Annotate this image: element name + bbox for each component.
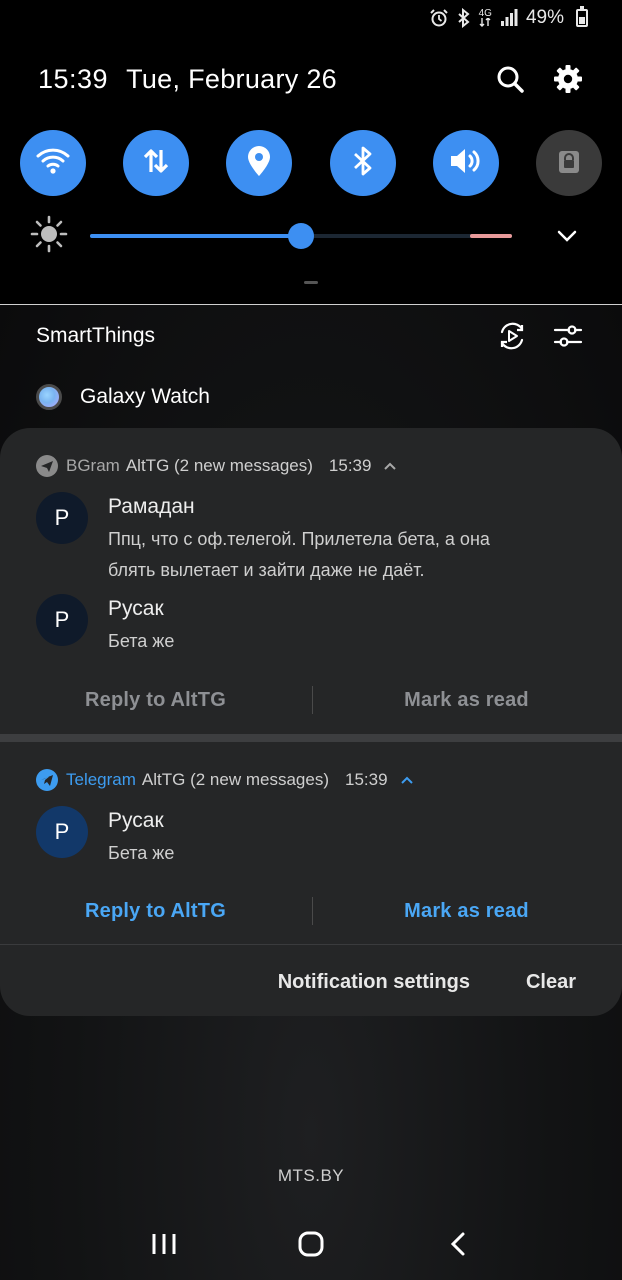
back-icon[interactable] bbox=[433, 1222, 483, 1266]
toggle-bluetooth[interactable] bbox=[329, 130, 396, 196]
quick-toggles bbox=[20, 130, 602, 196]
notification-actions: Reply to AltTG Mark as read bbox=[0, 680, 622, 720]
smartthings-header: SmartThings bbox=[36, 318, 586, 354]
app-name: BGram bbox=[66, 456, 120, 475]
home-icon[interactable] bbox=[286, 1222, 336, 1266]
battery-icon bbox=[576, 6, 588, 27]
quick-panel-header: 15:39 Tue, February 26 bbox=[38, 56, 588, 102]
notification-telegram[interactable]: Telegram AltTG (2 new messages) 15:39 P … bbox=[0, 742, 622, 944]
message-text-line: блять вылетает и зайти даже не даёт. bbox=[108, 560, 425, 580]
notification-channel: AltTG (2 new messages) bbox=[141, 770, 329, 789]
brightness-high-zone bbox=[470, 234, 512, 238]
reply-button[interactable]: Reply to AltTG bbox=[0, 689, 311, 712]
smartthings-settings-icon[interactable] bbox=[550, 318, 586, 354]
notification-bgram[interactable]: BGram AltTG (2 new messages) 15:39 P Рам… bbox=[0, 428, 622, 734]
settings-gear-icon[interactable] bbox=[548, 59, 588, 99]
notification-time: 15:39 bbox=[328, 456, 372, 475]
wifi-icon bbox=[36, 147, 70, 180]
brightness-slider[interactable] bbox=[90, 223, 512, 249]
lock-icon bbox=[557, 147, 581, 180]
toggle-sound[interactable] bbox=[432, 130, 499, 196]
avatar: P bbox=[36, 594, 88, 646]
battery-fill bbox=[579, 17, 585, 24]
search-icon[interactable] bbox=[490, 59, 530, 99]
mark-as-read-button[interactable]: Mark as read bbox=[311, 689, 622, 712]
message-sender: Русак bbox=[108, 809, 164, 832]
action-divider bbox=[312, 897, 313, 925]
message-text-line: Бета же bbox=[108, 843, 175, 863]
telegram-plane-icon bbox=[36, 769, 58, 791]
bgram-plane-icon bbox=[36, 455, 58, 477]
carrier-label: MTS.BY bbox=[277, 1166, 345, 1185]
clock-date[interactable]: Tue, February 26 bbox=[126, 64, 337, 95]
message-item: P Рамадан Ппц, что с оф.телегой. Прилете… bbox=[36, 492, 582, 586]
action-divider bbox=[312, 686, 313, 714]
notification-header[interactable]: BGram AltTG (2 new messages) 15:39 bbox=[36, 453, 397, 479]
app-name: Telegram bbox=[66, 770, 136, 789]
panel-drag-handle[interactable] bbox=[304, 281, 318, 284]
toggle-wifi[interactable] bbox=[20, 130, 86, 196]
network-type-label: 4G bbox=[478, 8, 492, 19]
brightness-slider-fill bbox=[90, 234, 301, 238]
clock-time[interactable]: 15:39 bbox=[38, 64, 108, 95]
chevron-up-icon[interactable] bbox=[383, 456, 397, 476]
toggle-screen-lock[interactable] bbox=[535, 130, 602, 196]
reply-button[interactable]: Reply to AltTG bbox=[0, 900, 311, 923]
status-bar: 4G 49% bbox=[0, 0, 622, 36]
message-text-line: Ппц, что с оф.телегой. Прилетела бета, а… bbox=[108, 529, 490, 549]
signal-icon bbox=[500, 9, 518, 27]
clear-button[interactable]: Clear bbox=[526, 971, 576, 994]
notification-time: 15:39 bbox=[344, 770, 388, 789]
bluetooth-icon bbox=[352, 145, 374, 182]
location-pin-icon bbox=[246, 145, 272, 182]
smartthings-device-galaxy-watch[interactable]: Galaxy Watch bbox=[36, 378, 210, 416]
bluetooth-icon bbox=[457, 8, 471, 28]
notifications-footer: Notification settings Clear bbox=[222, 964, 576, 1000]
footer-separator bbox=[0, 944, 622, 945]
mark-as-read-button[interactable]: Mark as read bbox=[311, 900, 622, 923]
notification-actions: Reply to AltTG Mark as read bbox=[0, 891, 622, 931]
recent-apps-icon[interactable] bbox=[139, 1222, 189, 1266]
toggle-mobile-data[interactable] bbox=[123, 130, 190, 196]
alarm-icon bbox=[429, 8, 449, 28]
network-4g-icon: 4G bbox=[479, 9, 492, 27]
message-sender: Русак bbox=[108, 597, 164, 620]
message-item: P Русак Бета же bbox=[36, 806, 582, 869]
smartthings-scan-icon[interactable] bbox=[494, 318, 530, 354]
navigation-bar bbox=[0, 1222, 622, 1266]
device-label: Galaxy Watch bbox=[80, 385, 210, 408]
battery-percent: 49% bbox=[525, 7, 564, 28]
brightness-slider-thumb[interactable] bbox=[288, 223, 314, 249]
notification-separator bbox=[0, 734, 622, 742]
galaxy-watch-icon bbox=[36, 384, 62, 410]
smartthings-title[interactable]: SmartThings bbox=[36, 324, 474, 348]
message-sender: Рамадан bbox=[108, 495, 195, 518]
message-text-line: Бета же bbox=[108, 631, 175, 651]
avatar: P bbox=[36, 806, 88, 858]
message-item: P Русак Бета же bbox=[36, 594, 582, 657]
volume-icon bbox=[449, 146, 483, 181]
notifications-panel: BGram AltTG (2 new messages) 15:39 P Рам… bbox=[0, 428, 622, 1016]
brightness-row bbox=[30, 215, 582, 258]
avatar: P bbox=[36, 492, 88, 544]
notification-header[interactable]: Telegram AltTG (2 new messages) 15:39 bbox=[36, 767, 414, 793]
notification-settings-button[interactable]: Notification settings bbox=[278, 971, 470, 994]
chevron-up-icon[interactable] bbox=[400, 770, 414, 790]
notification-channel: AltTG (2 new messages) bbox=[125, 456, 313, 475]
chevron-down-icon[interactable] bbox=[552, 229, 582, 243]
brightness-sun-icon bbox=[30, 215, 68, 258]
toggle-location[interactable] bbox=[226, 130, 293, 196]
data-arrows-icon bbox=[141, 146, 171, 181]
